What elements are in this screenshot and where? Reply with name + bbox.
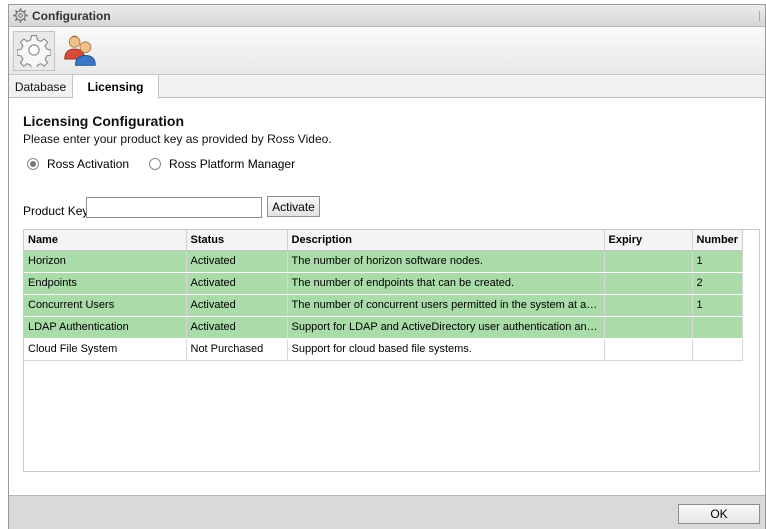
cell-number: 2 <box>692 272 743 295</box>
cell-expiry <box>604 272 693 295</box>
cell-status: Activated <box>186 272 288 295</box>
column-header-expiry[interactable]: Expiry <box>604 230 693 251</box>
tab-database[interactable]: Database <box>9 75 73 98</box>
dialog-footer: OK <box>9 495 765 529</box>
settings-button[interactable] <box>13 31 55 71</box>
page-title: Licensing Configuration <box>23 113 184 129</box>
cell-expiry <box>604 294 693 317</box>
toolbar <box>9 27 765 75</box>
title-bar: Configuration <box>9 5 765 27</box>
cell-name: Concurrent Users <box>24 294 187 317</box>
close-button[interactable] <box>759 11 765 21</box>
column-header-status[interactable]: Status <box>186 230 288 251</box>
cell-name: Horizon <box>24 250 187 273</box>
cell-number: 1 <box>692 250 743 273</box>
table-row[interactable]: Concurrent Users Activated The number of… <box>24 294 743 317</box>
cell-number: 1 <box>692 294 743 317</box>
window-title: Configuration <box>32 8 111 23</box>
radio-selected-indicator[interactable] <box>27 158 39 170</box>
cell-status: Activated <box>186 316 288 339</box>
cell-expiry <box>604 250 693 273</box>
activation-method-group: Ross Activation Ross Platform Manager <box>27 157 315 171</box>
radio-indicator[interactable] <box>149 158 162 170</box>
table-row[interactable]: Endpoints Activated The number of endpoi… <box>24 272 743 295</box>
cell-description: The number of concurrent users permitted… <box>287 294 605 317</box>
cell-description: Support for LDAP and ActiveDirectory use… <box>287 316 605 339</box>
activate-button[interactable]: Activate <box>267 196 320 217</box>
ok-button[interactable]: OK <box>678 504 760 524</box>
configuration-window: Configuration Database Licensing Licensi… <box>8 4 766 529</box>
product-key-input[interactable] <box>86 197 262 218</box>
table-row[interactable]: Cloud File System Not Purchased Support … <box>24 338 743 361</box>
radio-label: Ross Platform Manager <box>169 157 296 171</box>
column-header-number[interactable]: Number <box>692 230 743 251</box>
gear-icon <box>16 33 52 70</box>
license-table-container[interactable]: Name Status Description Expiry Number Ho… <box>23 229 760 472</box>
radio-label: Ross Activation <box>47 157 130 171</box>
cell-status: Not Purchased <box>186 338 288 361</box>
tab-licensing[interactable]: Licensing <box>73 75 159 99</box>
cell-description: Support for cloud based file systems. <box>287 338 605 361</box>
cell-name: Endpoints <box>24 272 187 295</box>
table-row[interactable]: Horizon Activated The number of horizon … <box>24 250 743 273</box>
users-icon <box>62 32 98 71</box>
cell-expiry <box>604 338 693 361</box>
column-header-name[interactable]: Name <box>24 230 187 251</box>
cell-number <box>692 316 743 339</box>
cell-name: Cloud File System <box>24 338 187 361</box>
radio-ross-platform-manager[interactable]: Ross Platform Manager <box>149 157 295 171</box>
cell-status: Activated <box>186 250 288 273</box>
cell-description: The number of horizon software nodes. <box>287 250 605 273</box>
gear-icon <box>13 8 28 23</box>
cell-description: The number of endpoints that can be crea… <box>287 272 605 295</box>
cell-name: LDAP Authentication <box>24 316 187 339</box>
radio-ross-activation[interactable]: Ross Activation <box>27 157 129 171</box>
users-button[interactable] <box>59 31 101 71</box>
cell-expiry <box>604 316 693 339</box>
cell-number <box>692 338 743 361</box>
product-key-label: Product Key <box>23 204 89 218</box>
cell-status: Activated <box>186 294 288 317</box>
table-header-row: Name Status Description Expiry Number <box>24 230 743 251</box>
license-table: Name Status Description Expiry Number Ho… <box>24 230 743 361</box>
table-row[interactable]: LDAP Authentication Activated Support fo… <box>24 316 743 339</box>
tab-bar: Database Licensing <box>9 75 765 99</box>
instructions-text: Please enter your product key as provide… <box>23 132 332 146</box>
column-header-description[interactable]: Description <box>287 230 605 251</box>
licensing-panel: Licensing Configuration Please enter you… <box>9 99 765 495</box>
